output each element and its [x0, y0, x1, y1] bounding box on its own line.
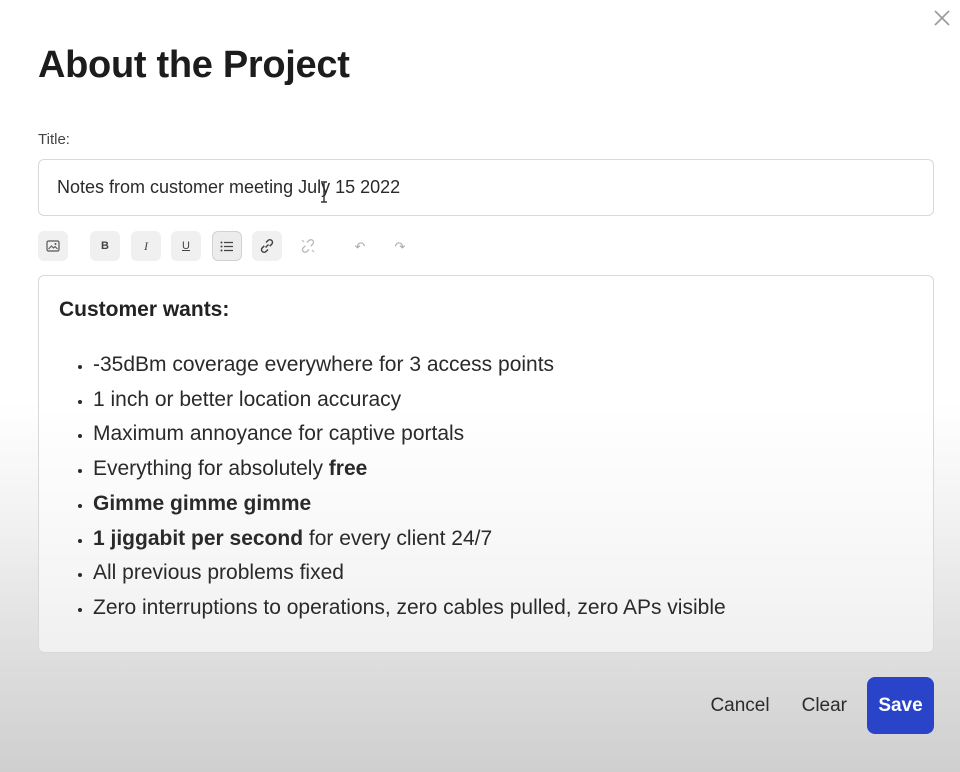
- page-title: About the Project: [38, 44, 350, 86]
- list-item: Zero interruptions to operations, zero c…: [93, 591, 913, 626]
- redo-button[interactable]: ↷: [385, 231, 415, 261]
- underline-button[interactable]: U: [171, 231, 201, 261]
- bold-button[interactable]: B: [90, 231, 120, 261]
- unlink-icon: [301, 239, 315, 253]
- unlink-button[interactable]: [293, 231, 323, 261]
- close-icon: [934, 10, 950, 26]
- list-item: -35dBm coverage everywhere for 3 access …: [93, 348, 913, 383]
- list-item: Everything for absolutely free: [93, 452, 913, 487]
- list-item: 1 inch or better location accuracy: [93, 383, 913, 418]
- list-item: Gimme gimme gimme: [93, 487, 913, 522]
- bold-icon: B: [101, 239, 109, 252]
- dialog-actions: Cancel Clear Save: [710, 677, 934, 734]
- cancel-button[interactable]: Cancel: [710, 695, 769, 717]
- close-button[interactable]: [930, 6, 954, 30]
- bullet-list-icon: [220, 241, 233, 251]
- link-button[interactable]: [252, 231, 282, 261]
- clear-button[interactable]: Clear: [802, 695, 847, 717]
- image-icon: [46, 240, 60, 252]
- italic-icon: I: [144, 239, 148, 253]
- underline-icon: U: [182, 239, 190, 252]
- list-item: Maximum annoyance for captive portals: [93, 417, 913, 452]
- formatting-toolbar: B I U ↶ ↷: [38, 231, 438, 261]
- save-button[interactable]: Save: [867, 677, 934, 734]
- undo-icon: ↶: [354, 238, 366, 254]
- text-cursor-icon: [321, 181, 327, 203]
- list-item: All previous problems fixed: [93, 556, 913, 591]
- bullet-list: -35dBm coverage everywhere for 3 access …: [59, 348, 913, 626]
- redo-icon: ↷: [394, 238, 406, 254]
- bullet-list-button[interactable]: [212, 231, 242, 261]
- rich-text-editor[interactable]: Customer wants: -35dBm coverage everywhe…: [38, 275, 934, 653]
- title-field-label: Title:: [38, 131, 70, 148]
- editor-heading: Customer wants:: [59, 298, 230, 321]
- italic-button[interactable]: I: [131, 231, 161, 261]
- list-item: 1 jiggabit per second for every client 2…: [93, 522, 913, 557]
- undo-button[interactable]: ↶: [345, 231, 375, 261]
- insert-image-button[interactable]: [38, 231, 68, 261]
- link-icon: [260, 239, 274, 253]
- title-input[interactable]: [38, 159, 934, 216]
